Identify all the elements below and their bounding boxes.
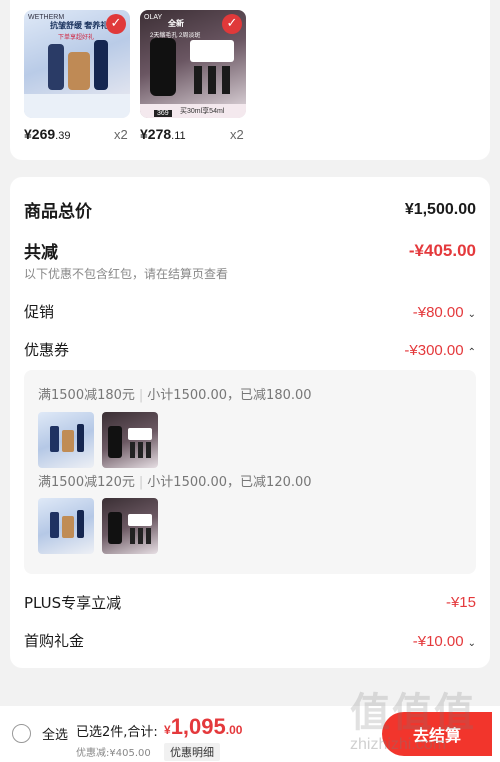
total-amount: ¥1,095.00 bbox=[164, 714, 242, 740]
goods-total-value: ¥1,500.00 bbox=[404, 200, 476, 218]
promo-value: -¥80.00 bbox=[412, 304, 464, 321]
box-shape bbox=[62, 516, 74, 538]
product-price-note: 买30ml享54ml bbox=[180, 108, 225, 115]
price-integer: ¥278 bbox=[140, 126, 172, 142]
product-tag bbox=[128, 428, 152, 440]
watermark-logo: 值值值 bbox=[350, 690, 476, 736]
mini-bottle-shape bbox=[130, 528, 135, 544]
bottle-shape bbox=[150, 38, 176, 96]
price-decimal: .39 bbox=[55, 130, 71, 142]
mini-bottle-shape bbox=[138, 528, 143, 544]
coupon-rule: 满1500减120元 bbox=[38, 475, 135, 490]
coupon-product-thumb[interactable] bbox=[38, 498, 94, 554]
product-subline: 下单享超好礼 bbox=[58, 35, 95, 41]
bottle-shape bbox=[50, 426, 59, 452]
product-brand: OLAY bbox=[144, 14, 163, 21]
check-circle-icon[interactable]: ✓ bbox=[106, 14, 126, 34]
product-price: ¥278.11 bbox=[140, 126, 186, 142]
goods-total-label: 商品总价 bbox=[24, 202, 92, 222]
bottle-shape bbox=[108, 426, 122, 458]
product-quantity: x2 bbox=[230, 127, 244, 142]
coupon-line: 满1500减120元 | 小计1500.00，已减120.00 bbox=[38, 471, 312, 490]
first-purchase-value: -¥10.00 bbox=[412, 633, 464, 650]
discount-total-row: 共减 -¥405.00 bbox=[24, 238, 476, 264]
coupon-label: 优惠券 bbox=[24, 341, 70, 359]
bottle-shape bbox=[77, 510, 84, 538]
discount-total-label: 共减 bbox=[24, 243, 58, 263]
product-price: ¥269.39 bbox=[24, 126, 70, 142]
bottle-shape bbox=[50, 512, 59, 538]
chevron-down-icon[interactable]: ⌄ bbox=[468, 309, 476, 320]
coupon-detail: 小计1500.00，已减120.00 bbox=[147, 475, 312, 490]
product-image-olay[interactable]: OLAY 全新 2天缩毛孔 2周淡斑 369 买30ml享54ml ✓ bbox=[140, 10, 246, 118]
coupon-line: 满1500减180元 | 小计1500.00，已减180.00 bbox=[38, 384, 312, 403]
total-integer: 1,095 bbox=[170, 714, 226, 739]
watermark-site: zhizhizhi.com bbox=[350, 736, 447, 753]
coupon-rule: 满1500减180元 bbox=[38, 388, 135, 403]
plus-discount-value: -¥15 bbox=[445, 594, 476, 611]
discount-note: 以下优惠不包含红包，请在结算页查看 bbox=[24, 267, 229, 281]
mini-bottle-shape bbox=[146, 442, 151, 458]
bottle-shape bbox=[77, 424, 84, 452]
box-shape bbox=[62, 430, 74, 452]
currency-symbol: ¥ bbox=[164, 723, 171, 737]
promo-label: 促销 bbox=[24, 303, 55, 321]
mini-bottle-shape bbox=[130, 442, 135, 458]
plus-discount-label: PLUS专享立减 bbox=[24, 594, 122, 612]
price-integer: ¥269 bbox=[24, 126, 56, 142]
divider: | bbox=[138, 475, 144, 490]
price-decimal: .11 bbox=[171, 130, 186, 142]
bottle-shape bbox=[48, 44, 64, 90]
product-tag bbox=[190, 40, 234, 62]
mini-bottle-shape bbox=[194, 66, 202, 94]
product-image-wetherm[interactable]: WETHERM 抗皱舒缓 奢养礼盒 下单享超好礼 ✓ bbox=[24, 10, 130, 118]
discount-summary-note: 优惠减:¥405.00 bbox=[76, 748, 151, 759]
first-purchase-value-wrap[interactable]: -¥10.00 ⌄ bbox=[413, 631, 476, 650]
product-strip bbox=[24, 94, 130, 118]
promo-value-wrap[interactable]: -¥80.00 ⌄ bbox=[413, 302, 476, 321]
promo-row[interactable]: 促销 -¥80.00 ⌄ bbox=[24, 301, 476, 322]
mini-bottle-shape bbox=[208, 66, 216, 94]
product-quantity: x2 bbox=[114, 127, 128, 142]
price-summary-card: 商品总价 ¥1,500.00 共减 -¥405.00 以下优惠不包含红包，请在结… bbox=[10, 177, 490, 668]
coupon-detail-panel: 满1500减180元 | 小计1500.00，已减180.00 满1500减120元… bbox=[24, 370, 476, 574]
coupon-product-thumb[interactable] bbox=[102, 412, 158, 468]
coupon-product-thumb[interactable] bbox=[102, 498, 158, 554]
first-purchase-label: 首购礼金 bbox=[24, 632, 85, 650]
plus-discount-row: PLUS专享立减 -¥15 bbox=[24, 592, 476, 613]
goods-total-row: 商品总价 ¥1,500.00 bbox=[24, 197, 476, 223]
chevron-up-icon[interactable]: ⌃ bbox=[468, 347, 476, 358]
cart-products-card: WETHERM 抗皱舒缓 奢养礼盒 下单享超好礼 ✓ OLAY 全新 2天缩毛孔… bbox=[10, 0, 490, 160]
product-price-tag: 369 bbox=[154, 110, 172, 117]
mini-bottle-shape bbox=[222, 66, 230, 94]
discount-total-value: -¥405.00 bbox=[408, 240, 476, 260]
coupon-product-thumb[interactable] bbox=[38, 412, 94, 468]
total-decimal: .00 bbox=[225, 723, 243, 737]
mini-bottle-shape bbox=[138, 442, 143, 458]
bottle-shape bbox=[108, 512, 122, 544]
box-shape bbox=[68, 52, 90, 90]
product-tag bbox=[128, 514, 152, 526]
product-headline: 全新 bbox=[168, 19, 184, 28]
coupon-row[interactable]: 优惠券 -¥300.00 ⌃ bbox=[24, 339, 476, 360]
discount-detail-link[interactable]: 优惠明细 bbox=[164, 743, 220, 761]
divider: | bbox=[138, 388, 144, 403]
select-all-radio[interactable] bbox=[12, 724, 31, 743]
check-circle-icon[interactable]: ✓ bbox=[222, 14, 242, 34]
coupon-value-wrap[interactable]: -¥300.00 ⌃ bbox=[404, 340, 476, 359]
select-all-label[interactable]: 全选 bbox=[42, 724, 68, 743]
chevron-down-icon[interactable]: ⌄ bbox=[468, 638, 476, 649]
bottle-shape bbox=[94, 40, 108, 90]
mini-bottle-shape bbox=[146, 528, 151, 544]
first-purchase-row[interactable]: 首购礼金 -¥10.00 ⌄ bbox=[24, 630, 476, 651]
selected-count: 已选2件,合计: bbox=[76, 725, 158, 740]
coupon-value: -¥300.00 bbox=[404, 342, 464, 359]
coupon-detail: 小计1500.00，已减180.00 bbox=[147, 388, 312, 403]
